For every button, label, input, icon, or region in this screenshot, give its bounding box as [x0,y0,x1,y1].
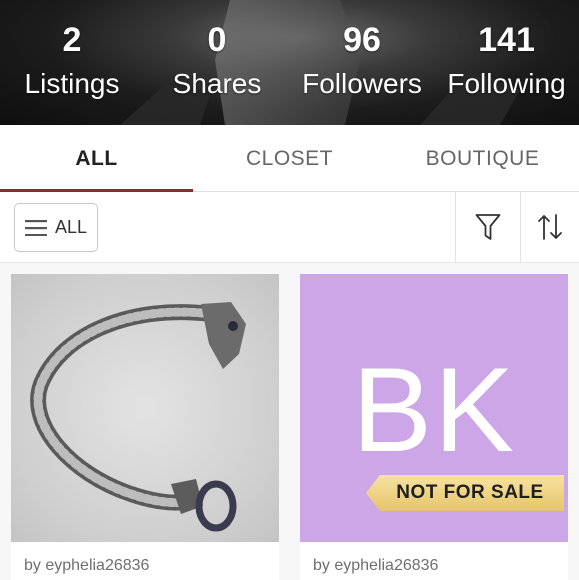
followers-label: Followers [302,68,422,99]
shares-label: Shares [172,68,262,99]
listing-seller-byline[interactable]: by eyphelia26836 [11,542,279,580]
shares-count: 0 [207,21,227,59]
sort-icon [538,214,562,240]
category-all-button[interactable]: ALL [14,203,98,252]
listing-image-text: BK [351,343,517,477]
following-label: Following [447,68,566,99]
stat-followers[interactable]: 96 Followers [290,0,434,125]
divider [455,192,456,262]
listing-card[interactable]: by eyphelia26836 [11,274,279,580]
listing-image-bk[interactable]: BK NOT FOR SALE [300,274,568,542]
bracelet-photo [30,302,246,532]
listings-grid: by eyphelia26836 BK NOT FOR SALE by eyph… [0,263,579,580]
filter-button[interactable] [459,192,517,262]
tab-all[interactable]: ALL [0,125,193,192]
hamburger-icon [24,219,47,236]
listings-label: Listings [24,68,120,99]
followers-count: 96 [343,21,381,59]
listings-count: 2 [62,21,82,59]
following-count: 141 [478,21,535,59]
stat-following[interactable]: 141 Following [434,0,579,125]
filter-icon [475,214,501,240]
listing-card[interactable]: BK NOT FOR SALE by eyphelia26836 [300,274,568,580]
category-all-label: ALL [54,217,88,237]
listing-seller-byline[interactable]: by eyphelia26836 [300,542,568,580]
stat-shares[interactable]: 0 Shares [144,0,290,125]
listing-image-bracelet[interactable] [11,274,279,542]
not-for-sale-banner: NOT FOR SALE [366,475,564,511]
sort-button[interactable] [521,192,579,262]
filter-bar: ALL [0,192,579,263]
tab-closet[interactable]: CLOSET [193,125,386,191]
closet-tabs: ALL CLOSET BOUTIQUE [0,125,579,192]
tab-boutique[interactable]: BOUTIQUE [386,125,579,191]
profile-stats-header: 2 Listings 0 Shares 96 Followers 141 Fol… [0,0,579,125]
stat-listings[interactable]: 2 Listings [0,0,144,125]
